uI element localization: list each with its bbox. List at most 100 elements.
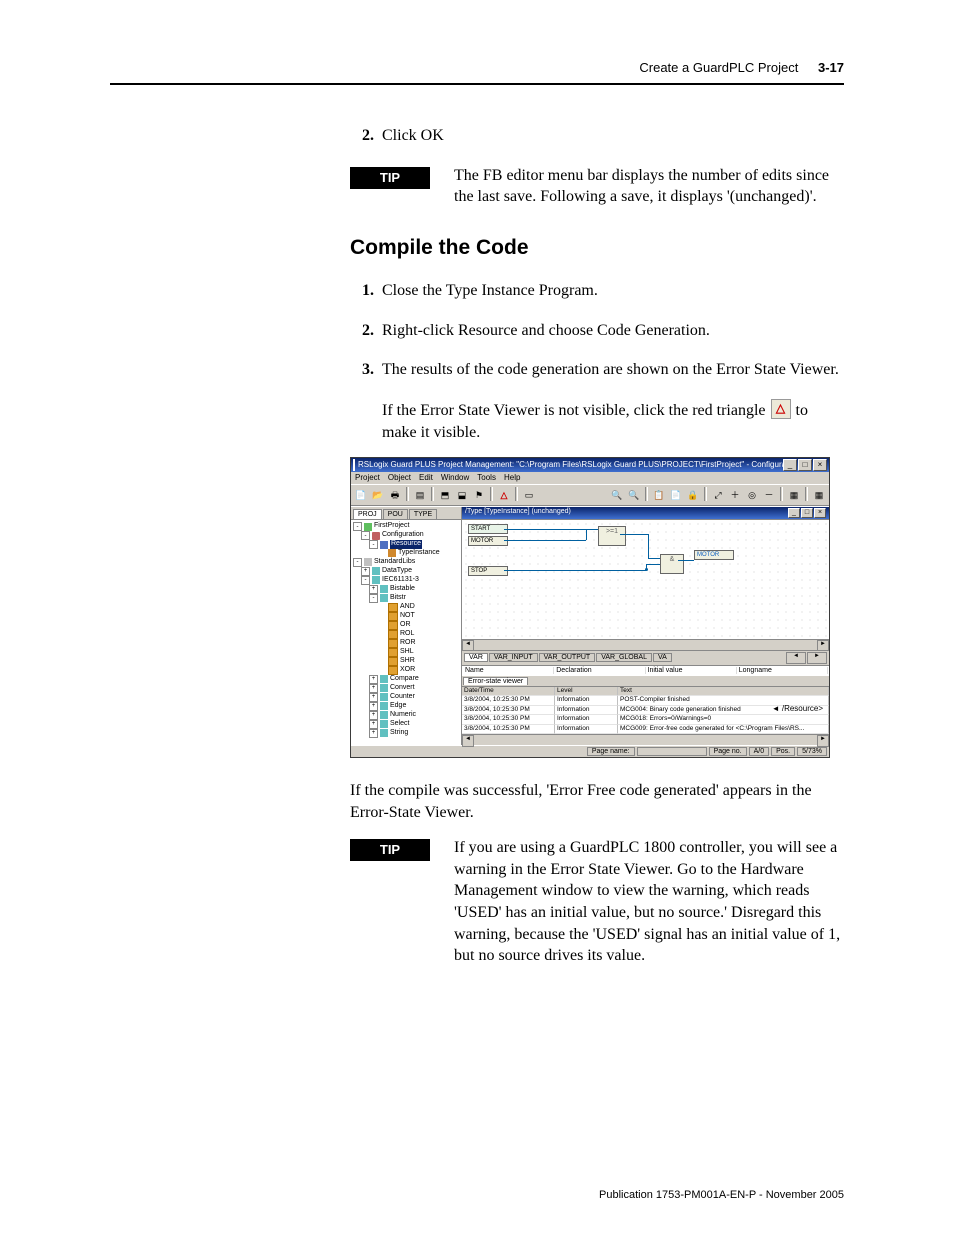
fb-block-motor-in[interactable]: MOTOR bbox=[468, 536, 508, 546]
toolbar-open-icon[interactable]: 📂 bbox=[370, 487, 386, 503]
tree-standardlibs[interactable]: StandardLibs bbox=[374, 558, 415, 567]
tab-type[interactable]: TYPE bbox=[409, 509, 437, 519]
fb-block-and[interactable]: & bbox=[660, 554, 684, 574]
tree-resource[interactable]: Resource bbox=[390, 540, 422, 549]
status-bar: Page name: Page no. A/0 Pos. 5/73% bbox=[351, 745, 829, 757]
minimize-button[interactable]: _ bbox=[783, 459, 797, 471]
toolbar-zoomfit-icon[interactable]: ⤢ bbox=[710, 487, 726, 503]
var-col-long[interactable]: Longname bbox=[737, 667, 828, 674]
folder-icon bbox=[380, 720, 388, 728]
toolbar-zoomactual-icon[interactable]: ◎ bbox=[744, 487, 760, 503]
tree-fb-rol[interactable]: ROL bbox=[400, 630, 414, 639]
tree-string[interactable]: String bbox=[390, 729, 408, 738]
tree-bitstr[interactable]: Bitstr bbox=[390, 594, 406, 603]
toolbar-brick-icon[interactable]: ▦ bbox=[786, 487, 802, 503]
fb-minimize-button[interactable]: _ bbox=[788, 508, 800, 518]
tab-var-more[interactable]: VA bbox=[653, 653, 672, 662]
fb-block-ge1[interactable]: >=1 bbox=[598, 526, 626, 546]
menu-bar[interactable]: Project Object Edit Window Tools Help bbox=[351, 472, 829, 484]
esv-col-text[interactable]: Text bbox=[618, 687, 829, 697]
tree-fb-or[interactable]: OR bbox=[400, 621, 411, 630]
toolbar-zoomin-icon[interactable]: ＋ bbox=[727, 487, 743, 503]
table-row[interactable]: 3/8/2004, 10:25:30 PM Information MCG018… bbox=[462, 715, 829, 725]
menu-project[interactable]: Project bbox=[355, 474, 380, 482]
fb-maximize-button[interactable]: □ bbox=[801, 508, 813, 518]
scroll-left-icon[interactable]: ◄ bbox=[462, 735, 474, 747]
toolbar-zoomout-icon[interactable]: － bbox=[761, 487, 777, 503]
window-titlebar[interactable]: RSLogix Guard PLUS Project Management: "… bbox=[351, 458, 829, 472]
tab-pou[interactable]: POU bbox=[383, 509, 408, 519]
callout-text: /Resource> bbox=[782, 704, 823, 713]
tree-fb-ror[interactable]: ROR bbox=[400, 639, 416, 648]
header-title: Create a GuardPLC Project bbox=[639, 60, 798, 75]
toolbar-box-icon[interactable]: ▭ bbox=[521, 487, 537, 503]
tree-fb-not[interactable]: NOT bbox=[400, 612, 415, 621]
tree-edge[interactable]: Edge bbox=[390, 702, 406, 711]
menu-help[interactable]: Help bbox=[504, 474, 520, 482]
tree-fb-shr[interactable]: SHR bbox=[400, 657, 415, 666]
tree-datatype[interactable]: DataType bbox=[382, 567, 412, 576]
tree-configuration[interactable]: Configuration bbox=[382, 531, 424, 540]
esv-col-level[interactable]: Level bbox=[555, 687, 618, 697]
fb-block-stop[interactable]: STOP bbox=[468, 566, 508, 576]
esv-horizontal-scrollbar[interactable]: ◄ ► bbox=[462, 734, 829, 745]
toolbar-paste-icon[interactable]: 📄 bbox=[668, 487, 684, 503]
var-col-init[interactable]: Initial value bbox=[646, 667, 737, 674]
toolbar-parent-icon[interactable]: ⬒ bbox=[437, 487, 453, 503]
toolbar-tree-icon[interactable]: ▤ bbox=[412, 487, 428, 503]
tree-firstproject[interactable]: FirstProject bbox=[374, 522, 409, 531]
menu-edit[interactable]: Edit bbox=[419, 474, 433, 482]
fb-block-motor-out[interactable]: MOTOR bbox=[694, 550, 734, 560]
toolbar-lock-icon[interactable]: 🔒 bbox=[685, 487, 701, 503]
tree-counter[interactable]: Counter bbox=[390, 693, 415, 702]
toolbar-grid-icon[interactable]: ▦ bbox=[811, 487, 827, 503]
maximize-button[interactable]: □ bbox=[798, 459, 812, 471]
fb-canvas[interactable]: START MOTOR STOP >=1 & MOTOR bbox=[462, 519, 829, 639]
tree-iec[interactable]: IEC61131-3 bbox=[382, 576, 419, 585]
tree-typeinstance[interactable]: TypeInstance bbox=[398, 549, 440, 558]
scroll-right-icon[interactable]: ► bbox=[817, 735, 829, 747]
tab-var-input[interactable]: VAR_INPUT bbox=[489, 653, 538, 662]
menu-object[interactable]: Object bbox=[388, 474, 411, 482]
menu-tools[interactable]: Tools bbox=[477, 474, 496, 482]
tab-var-global[interactable]: VAR_GLOBAL bbox=[596, 653, 652, 662]
toolbar-print-icon[interactable]: 🖶 bbox=[387, 487, 403, 503]
toolbar-zoom1-icon[interactable]: 🔍 bbox=[609, 487, 625, 503]
close-button[interactable]: × bbox=[813, 459, 827, 471]
toolbar-zoom2-icon[interactable]: 🔍 bbox=[626, 487, 642, 503]
error-state-viewer-tab[interactable]: Error-state viewer bbox=[462, 675, 829, 686]
fb-close-button[interactable]: × bbox=[814, 508, 826, 518]
fb-icon bbox=[388, 603, 398, 612]
toolbar-copy-icon[interactable]: 📋 bbox=[651, 487, 667, 503]
esv-tab-label[interactable]: Error-state viewer bbox=[463, 677, 528, 685]
error-state-viewer-grid[interactable]: Date/Time Level Text 3/8/2004, 10:25:30 … bbox=[462, 686, 829, 735]
tab-var-output[interactable]: VAR_OUTPUT bbox=[539, 653, 596, 662]
project-tree[interactable]: -FirstProject -Configuration -Resource T… bbox=[351, 520, 461, 745]
var-tabs-scroll-left-icon[interactable]: ◄ bbox=[786, 652, 806, 664]
tree-fb-shl[interactable]: SHL bbox=[400, 648, 414, 657]
tab-proj[interactable]: PROJ bbox=[353, 509, 382, 519]
fb-block-start[interactable]: START bbox=[468, 524, 508, 534]
compile-step-1-num: 1. bbox=[350, 280, 374, 302]
toolbar-new-icon[interactable]: 📄 bbox=[353, 487, 369, 503]
tree-numeric[interactable]: Numeric bbox=[390, 711, 416, 720]
tree-compare[interactable]: Compare bbox=[390, 675, 419, 684]
menu-window[interactable]: Window bbox=[441, 474, 469, 482]
tree-fb-and[interactable]: AND bbox=[400, 603, 415, 612]
toolbar-child-icon[interactable]: ⬓ bbox=[454, 487, 470, 503]
fb-editor-titlebar[interactable]: /Type [TypeInstance] (unchanged) _ □ × bbox=[462, 507, 829, 519]
tree-convert[interactable]: Convert bbox=[390, 684, 415, 693]
esv-col-datetime[interactable]: Date/Time bbox=[462, 687, 555, 697]
var-col-name[interactable]: Name bbox=[463, 667, 554, 674]
tree-select[interactable]: Select bbox=[390, 720, 409, 729]
table-row[interactable]: 3/8/2004, 10:25:30 PM Information MCG009… bbox=[462, 725, 829, 735]
toolbar-error-triangle-icon[interactable]: △ bbox=[496, 487, 512, 503]
tab-var[interactable]: VAR bbox=[464, 653, 488, 662]
tree-bistable[interactable]: Bistable bbox=[390, 585, 415, 594]
var-col-decl[interactable]: Declaration bbox=[554, 667, 645, 674]
toolbar-flag-icon[interactable]: ⚑ bbox=[471, 487, 487, 503]
var-tabs-scroll-right-icon[interactable]: ► bbox=[807, 652, 827, 664]
fb-horizontal-scrollbar[interactable]: ◄ ► bbox=[462, 639, 829, 650]
tree-fb-xor[interactable]: XOR bbox=[400, 666, 415, 675]
var-grid[interactable]: Name Declaration Initial value Longname bbox=[462, 665, 829, 675]
